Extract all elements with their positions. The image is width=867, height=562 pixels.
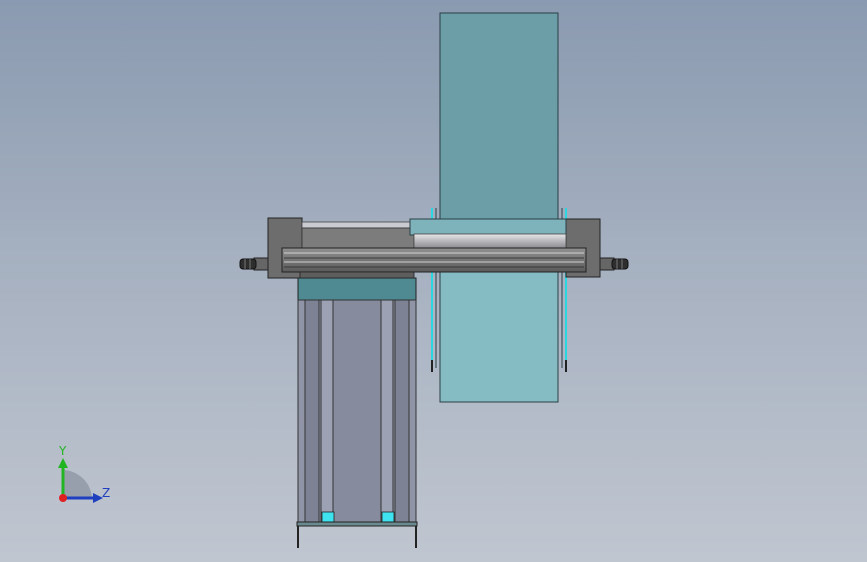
y-axis-label: Y	[58, 444, 67, 458]
conveyor-panel-upper[interactable]	[439, 12, 559, 224]
y-axis-arrow-icon	[58, 458, 68, 468]
air-fitting-right[interactable]	[599, 257, 629, 271]
triad-plane-shade	[63, 470, 92, 498]
reference-triad: Y Z	[58, 444, 110, 503]
sensor-slot-right	[381, 511, 395, 523]
z-axis-label: Z	[102, 486, 110, 500]
vertical-cylinder[interactable]	[296, 277, 418, 548]
slide-cylinder-assembly[interactable]	[239, 217, 629, 279]
air-fitting-left[interactable]	[239, 257, 269, 271]
conveyor-panel-lower[interactable]	[439, 267, 559, 403]
graphics-viewport[interactable]: Y Z	[0, 0, 867, 562]
cad-model-view: Y Z	[58, 12, 629, 548]
piston-rod[interactable]	[413, 233, 567, 249]
x-axis-point-icon	[59, 494, 67, 502]
sensor-slot-left	[321, 511, 335, 523]
